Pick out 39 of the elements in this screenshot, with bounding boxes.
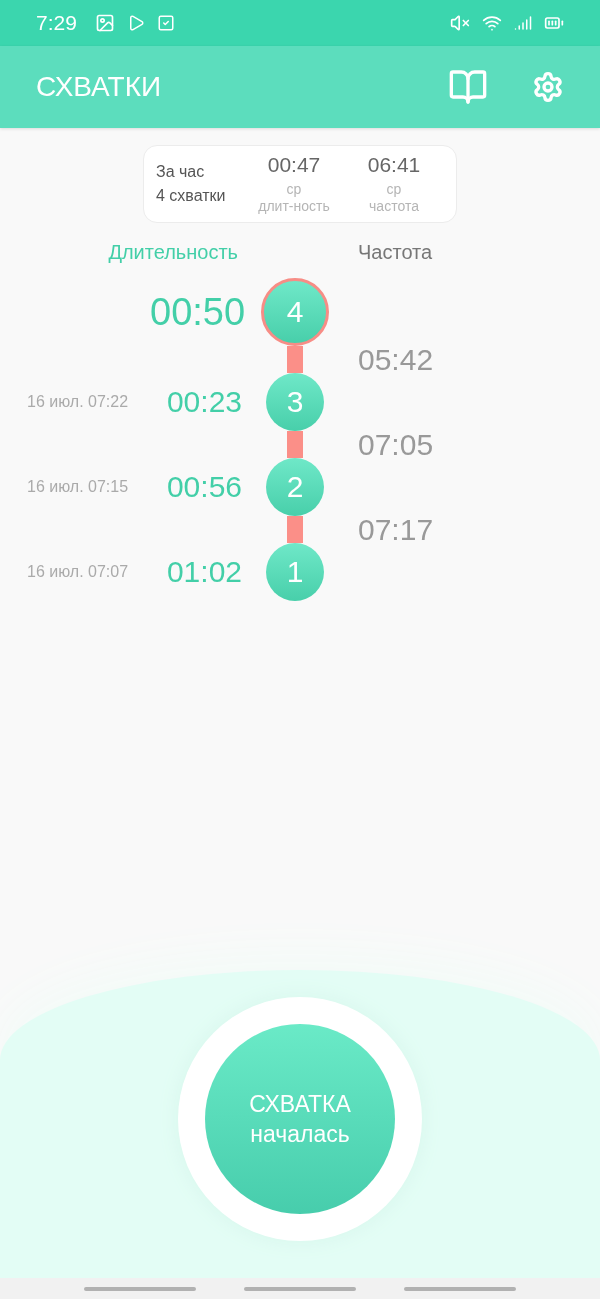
contraction-date: 16 июл. 07:15 bbox=[27, 478, 129, 496]
stat-label: частота bbox=[369, 198, 419, 215]
contraction-number[interactable]: 3 bbox=[266, 373, 324, 431]
contraction-interval: 05:42 bbox=[358, 346, 434, 373]
contraction-date: 16 июл. 07:07 bbox=[27, 563, 129, 581]
signal-icon bbox=[514, 14, 532, 32]
image-icon bbox=[94, 13, 115, 33]
app-title: СХВАТКИ bbox=[36, 71, 163, 103]
frequency-header: Частота bbox=[358, 241, 434, 264]
contraction-duration: 00:56 bbox=[166, 470, 242, 504]
stat-value: 00:47 bbox=[267, 153, 321, 177]
mute-icon bbox=[450, 13, 470, 33]
contraction-number[interactable]: 2 bbox=[266, 458, 324, 516]
nav-pill[interactable] bbox=[244, 1286, 356, 1291]
check-icon bbox=[156, 14, 175, 32]
nav-pill[interactable] bbox=[84, 1286, 196, 1291]
stat-label: ср bbox=[286, 181, 302, 198]
contraction-interval: 07:17 bbox=[358, 516, 434, 543]
stat-label: ср bbox=[386, 181, 402, 198]
nav-pill[interactable] bbox=[404, 1286, 516, 1291]
contraction-number[interactable]: 1 bbox=[266, 543, 324, 601]
summary-period: За час bbox=[156, 163, 206, 181]
timeline-connector bbox=[287, 346, 303, 373]
contraction-duration: 01:02 bbox=[166, 555, 242, 589]
summary-count: 4 схватки bbox=[156, 187, 227, 205]
contraction-date: 16 июл. 07:22 bbox=[27, 393, 129, 411]
contraction-duration: 00:23 bbox=[166, 385, 242, 419]
contraction-interval: 07:05 bbox=[358, 431, 434, 458]
stat-label: длит-ность bbox=[258, 198, 330, 215]
stat-value: 06:41 bbox=[367, 153, 421, 177]
contraction-start-button[interactable]: СХВАТКА началась bbox=[205, 1024, 395, 1214]
contraction-duration: 00:50 bbox=[150, 290, 246, 334]
settings-icon[interactable] bbox=[532, 71, 564, 103]
wifi-icon bbox=[482, 13, 502, 33]
timeline-connector bbox=[287, 516, 303, 543]
duration-header: Длительность bbox=[108, 241, 238, 264]
contraction-number[interactable]: 4 bbox=[261, 278, 329, 346]
status-time: 7:29 bbox=[36, 11, 77, 35]
timeline-connector bbox=[287, 431, 303, 458]
